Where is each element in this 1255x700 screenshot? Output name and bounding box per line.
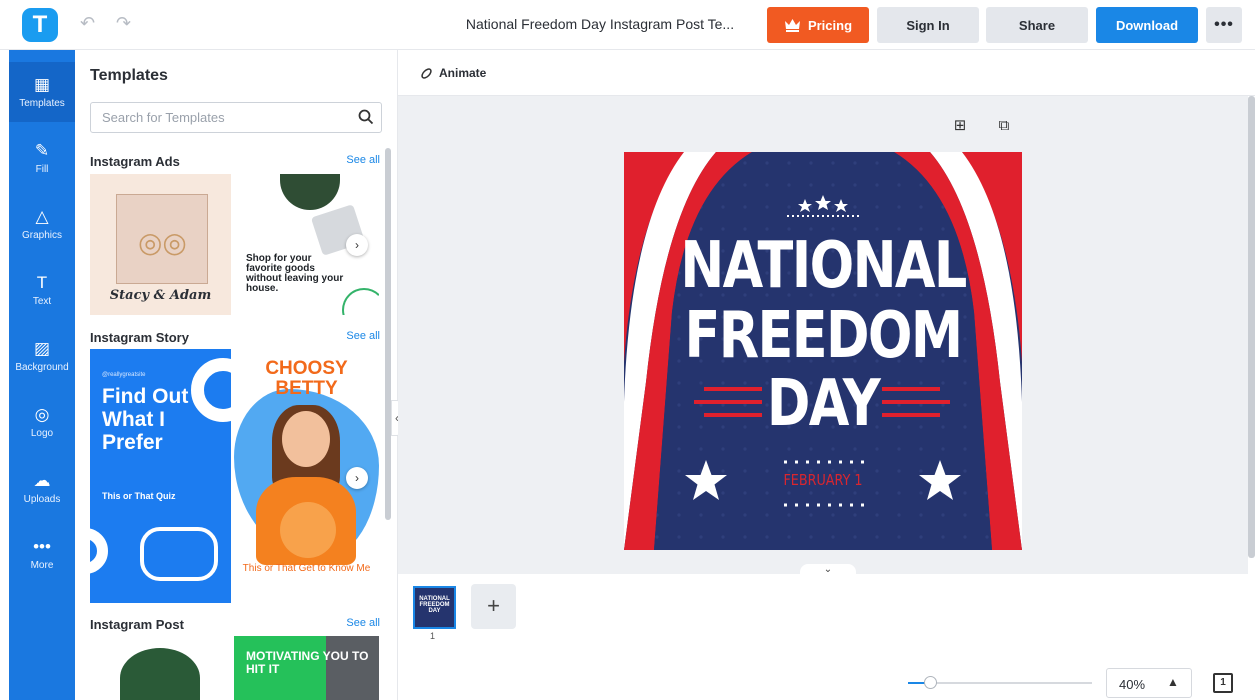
template-card-wedding[interactable]: ◎◎ Stacy & Adam <box>90 174 231 315</box>
template-card-quiz[interactable]: @reallygreatsite Find Out What I Prefer … <box>90 349 231 603</box>
see-all-instagram-post[interactable]: See all <box>346 617 380 629</box>
rail-label: Templates <box>19 97 65 109</box>
shapes-icon: △ <box>35 206 49 226</box>
panel-scrollbar[interactable] <box>385 148 391 520</box>
section-title-instagram-post: Instagram Post <box>90 617 184 632</box>
decorative-ring <box>90 528 108 574</box>
rail-item-background[interactable]: ▨ Background <box>9 326 75 386</box>
duplicate-page-icon[interactable]: ⧉ <box>995 117 1013 135</box>
add-page-button[interactable]: + <box>471 584 516 629</box>
decorative-arc <box>342 288 379 315</box>
animate-button[interactable]: Animate <box>420 66 486 80</box>
animate-label: Animate <box>439 66 487 80</box>
template-card-plant[interactable] <box>90 636 231 700</box>
rail-label: Uploads <box>23 493 61 505</box>
plant-image <box>280 174 340 210</box>
poster-line-freedom[interactable]: FREEDOM <box>660 302 986 370</box>
rail-label: Graphics <box>21 229 62 241</box>
template-card-choosy-betty[interactable]: CHOOSY BETTY This or That Get to Know Me… <box>234 349 379 603</box>
pricing-button[interactable]: Pricing <box>767 7 869 43</box>
pricing-label: Pricing <box>807 17 853 33</box>
template-search <box>90 102 382 133</box>
rail-item-text[interactable]: T Text <box>9 260 75 320</box>
logo-icon: ◎ <box>34 404 50 424</box>
download-button[interactable]: Download <box>1096 7 1198 43</box>
carousel-next-icon[interactable]: › <box>346 234 368 256</box>
search-input[interactable] <box>91 103 353 132</box>
background-icon: ▨ <box>33 338 51 358</box>
poster-line-national[interactable]: NATIONAL <box>660 232 986 300</box>
pages-icon[interactable]: 1 <box>1213 673 1233 693</box>
zoom-select[interactable]: 40% ▲ <box>1106 668 1192 698</box>
rail-item-templates[interactable]: ▦ Templates <box>9 62 75 122</box>
animate-icon <box>421 67 432 79</box>
templates-icon: ▦ <box>33 74 51 94</box>
see-all-instagram-story[interactable]: See all <box>346 330 380 342</box>
thumbnail-text: NATIONAL FREEDOM DAY <box>419 596 450 614</box>
upload-icon: ☁ <box>33 470 51 490</box>
rail-label: Background <box>15 361 69 373</box>
share-button[interactable]: Share <box>986 7 1088 43</box>
add-element-icon[interactable]: ⊞ <box>951 117 969 135</box>
see-all-instagram-ads[interactable]: See all <box>346 154 380 166</box>
template-card-motivating[interactable]: MOTIVATING YOU TO HIT IT <box>234 636 379 700</box>
chevron-up-icon[interactable]: ▲ <box>1167 675 1179 689</box>
card-subtext: This or That Quiz <box>102 491 176 501</box>
rail-item-fill[interactable]: ✎ Fill <box>9 128 75 188</box>
redo-icon[interactable]: ↷ <box>116 13 131 34</box>
card-names: Stacy & Adam <box>109 288 212 303</box>
rail-label: Fill <box>35 163 49 175</box>
gamepad-icon <box>140 527 218 581</box>
crown-icon <box>784 19 800 32</box>
panel-title: Templates <box>90 67 168 84</box>
card-handle: @reallygreatsite <box>102 372 146 378</box>
rail-label: Text <box>32 295 52 307</box>
more-options-button[interactable]: ••• <box>1206 7 1242 43</box>
carousel-next-icon[interactable]: › <box>346 467 368 489</box>
plant-image <box>120 648 200 700</box>
card-text: Shop for your favorite goods without lea… <box>246 253 344 294</box>
page-number: 1 <box>430 631 436 641</box>
left-tool-rail: ▦ Templates ✎ Fill △ Graphics T Text ▨ B… <box>9 50 75 700</box>
poster-line-day[interactable]: DAY <box>660 370 986 438</box>
poster-date[interactable]: FEBRUARY 1 <box>654 471 992 489</box>
app-logo[interactable]: T <box>22 8 58 42</box>
undo-icon[interactable]: ↶ <box>80 13 95 34</box>
card-footer: This or That Get to Know Me <box>242 563 371 574</box>
section-title-instagram-ads: Instagram Ads <box>90 154 180 169</box>
card-headline: Find Out What I Prefer <box>102 385 189 454</box>
rings-icon: ◎◎ <box>138 227 187 258</box>
top-bar: T ↶ ↷ National Freedom Day Instagram Pos… <box>0 0 1255 50</box>
editor-toolbar: Animate <box>398 50 1255 96</box>
orange-badge <box>280 502 336 558</box>
rail-item-more[interactable]: ••• More <box>9 524 75 584</box>
pencil-icon: ✎ <box>34 140 50 160</box>
rail-item-uploads[interactable]: ☁ Uploads <box>9 458 75 518</box>
portrait-face <box>282 411 330 467</box>
sign-in-button[interactable]: Sign In <box>877 7 979 43</box>
page-thumbnail[interactable]: NATIONAL FREEDOM DAY <box>413 586 456 629</box>
search-icon[interactable] <box>358 109 374 125</box>
template-card-shop[interactable]: Shop for your favorite goods without lea… <box>234 174 379 315</box>
zoom-value: 40% <box>1119 677 1146 692</box>
text-icon: T <box>36 272 48 292</box>
section-title-instagram-story: Instagram Story <box>90 330 189 345</box>
rail-item-graphics[interactable]: △ Graphics <box>9 194 75 254</box>
rail-label: Logo <box>30 427 54 439</box>
zoom-slider[interactable] <box>908 676 1092 689</box>
zoom-slider-handle[interactable] <box>924 676 937 689</box>
rail-label: More <box>30 559 54 571</box>
rail-item-logo[interactable]: ◎ Logo <box>9 392 75 452</box>
card-text: MOTIVATING YOU TO HIT IT <box>246 649 369 676</box>
design-canvas[interactable]: NATIONAL FREEDOM DAY FEBRUARY 1 <box>624 152 1022 550</box>
templates-panel: Templates Instagram Ads See all ◎◎ Stacy… <box>75 50 398 700</box>
canvas-scrollbar[interactable] <box>1248 96 1255 558</box>
ellipsis-icon: ••• <box>33 536 51 556</box>
document-title[interactable]: National Freedom Day Instagram Post Te..… <box>440 16 760 32</box>
card-title: CHOOSY BETTY <box>265 358 348 399</box>
